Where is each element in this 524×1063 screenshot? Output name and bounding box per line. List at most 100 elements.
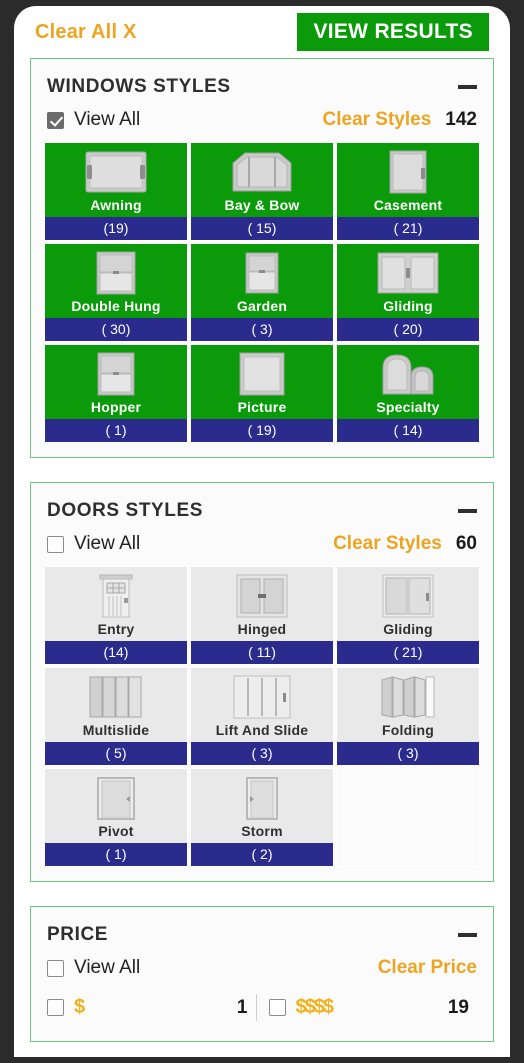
tile-double-hung-label: Double Hung: [71, 298, 161, 314]
tile-casement-count: ( 21): [337, 217, 479, 240]
clear-styles-button-windows[interactable]: Clear Styles: [323, 109, 432, 131]
tile-bay-and-bow-body: Bay & Bow: [191, 143, 333, 217]
tile-awning-label: Awning: [90, 197, 142, 213]
tile-placeholder-count: [337, 843, 479, 866]
tile-bay-and-bow-label: Bay & Bow: [224, 197, 300, 213]
tile-picture[interactable]: Picture ( 19): [190, 344, 334, 443]
tile-pivot[interactable]: Pivot ( 1): [44, 768, 188, 867]
app-frame: Clear All X VIEW RESULTS WINDOWS STYLES …: [14, 6, 510, 1057]
tile-multislide-body: Multislide: [45, 668, 187, 742]
tile-storm[interactable]: Storm ( 2): [190, 768, 334, 867]
tile-casement[interactable]: Casement ( 21): [336, 142, 480, 241]
tile-awning[interactable]: Awning (19): [44, 142, 188, 241]
tile-awning-count: (19): [45, 217, 187, 240]
tile-pivot-body: Pivot: [45, 769, 187, 843]
tile-storm-label: Storm: [241, 823, 283, 839]
windows-styles-grid: Awning (19) Bay & Bow (15) Casement (2…: [44, 142, 480, 443]
price-option-2-checkbox[interactable]: [268, 999, 286, 1016]
tile-bay-and-bow-count: ( 15): [191, 217, 333, 240]
price-option-1[interactable]: $ 1: [47, 994, 256, 1021]
tile-specialty-body: Specialty: [337, 345, 479, 419]
doors-view-all-checkbox[interactable]: [47, 535, 64, 553]
price-actions: Clear Price: [378, 957, 477, 979]
windows-styles-controls: View All Clear Styles 142: [44, 100, 480, 142]
specialty-window-icon: [379, 351, 437, 397]
tile-gliding-window-count: ( 20): [337, 318, 479, 341]
tile-lift-and-slide[interactable]: Lift And Slide ( 3): [190, 667, 334, 766]
tile-bay-and-bow[interactable]: Bay & Bow ( 15): [190, 142, 334, 241]
tile-multislide-count: ( 5): [45, 742, 187, 765]
price-view-all-label: View All: [74, 957, 141, 978]
tile-folding[interactable]: Folding ( 3): [336, 667, 480, 766]
tile-storm-body: Storm: [191, 769, 333, 843]
minus-icon[interactable]: [458, 509, 477, 513]
tile-entry[interactable]: Entry (14): [44, 566, 188, 665]
tile-multislide-label: Multislide: [82, 722, 150, 738]
tile-hinged-count: ( 11): [191, 641, 333, 664]
tile-specialty-label: Specialty: [376, 399, 440, 415]
windows-styles-count: 142: [445, 109, 477, 130]
windows-view-all-checkbox[interactable]: [47, 111, 64, 129]
price-view-all-row[interactable]: View All: [47, 957, 140, 979]
doors-view-all-label: View All: [74, 533, 141, 554]
tile-folding-label: Folding: [382, 722, 434, 738]
price-option-2-count: 19: [447, 996, 469, 1018]
minus-icon[interactable]: [458, 85, 477, 89]
tile-multislide[interactable]: Multislide ( 5): [44, 667, 188, 766]
tile-storm-count: ( 2): [191, 843, 333, 866]
tile-picture-label: Picture: [237, 399, 287, 415]
price-header: PRICE: [44, 919, 480, 948]
tile-pivot-label: Pivot: [98, 823, 134, 839]
view-results-button[interactable]: VIEW RESULTS: [297, 13, 489, 51]
minus-icon[interactable]: [458, 933, 477, 937]
entry-door-icon: [99, 573, 133, 619]
windows-view-all-row[interactable]: View All: [47, 109, 140, 131]
tile-casement-label: Casement: [373, 197, 443, 213]
tile-lift-and-slide-label: Lift And Slide: [215, 722, 309, 738]
tile-hopper-label: Hopper: [90, 399, 142, 415]
garden-window-icon: [245, 250, 279, 296]
price-title: PRICE: [47, 924, 109, 945]
page-title: WINDOWS STYLES: [47, 76, 231, 97]
tile-gliding-window-body: Gliding: [337, 244, 479, 318]
gliding-door-icon: [382, 573, 434, 619]
tile-garden[interactable]: Garden ( 3): [190, 243, 334, 342]
tile-hopper[interactable]: Hopper ( 1): [44, 344, 188, 443]
price-option-1-symbol: $: [74, 996, 85, 1018]
tile-hopper-count: ( 1): [45, 419, 187, 442]
tile-lift-and-slide-body: Lift And Slide: [191, 668, 333, 742]
doors-view-all-row[interactable]: View All: [47, 533, 140, 555]
doors-styles-header: DOORS STYLES: [44, 495, 480, 524]
price-option-2[interactable]: $$$$ 19: [255, 994, 478, 1021]
tile-pivot-count: ( 1): [45, 843, 187, 866]
tile-specialty[interactable]: Specialty ( 14): [336, 344, 480, 443]
tile-gliding-window[interactable]: Gliding ( 20): [336, 243, 480, 342]
price-options-row: $ 1 $$$$ 19: [44, 990, 480, 1027]
doors-styles-count: 60: [455, 533, 477, 554]
storm-door-icon: [245, 775, 279, 821]
clear-all-button[interactable]: Clear All X: [35, 21, 137, 44]
price-view-all-checkbox[interactable]: [47, 959, 64, 977]
tile-placeholder-body: [337, 769, 479, 843]
tile-double-hung[interactable]: Double Hung ( 30): [44, 243, 188, 342]
tile-hinged[interactable]: Hinged ( 11): [190, 566, 334, 665]
pivot-door-icon: [96, 775, 136, 821]
tile-hinged-label: Hinged: [237, 621, 287, 637]
tile-garden-count: ( 3): [191, 318, 333, 341]
gliding-window-icon: [377, 250, 439, 296]
picture-window-icon: [239, 351, 285, 397]
price-option-1-checkbox[interactable]: [47, 999, 64, 1016]
clear-price-button[interactable]: Clear Price: [378, 957, 477, 979]
doors-styles-controls: View All Clear Styles 60: [44, 524, 480, 566]
price-controls: View All Clear Price: [44, 948, 480, 990]
clear-styles-button-doors[interactable]: Clear Styles: [333, 533, 442, 555]
tile-casement-body: Casement: [337, 143, 479, 217]
hinged-door-icon: [236, 573, 288, 619]
tile-gliding-window-label: Gliding: [383, 298, 433, 314]
filter-panel-scroll[interactable]: Clear All X VIEW RESULTS WINDOWS STYLES …: [14, 6, 510, 1042]
doors-styles-actions: Clear Styles 60: [333, 533, 477, 555]
price-option-1-count: 1: [236, 996, 248, 1018]
tile-gliding-door[interactable]: Gliding ( 21): [336, 566, 480, 665]
tile-garden-label: Garden: [236, 298, 288, 314]
tile-folding-count: ( 3): [337, 742, 479, 765]
